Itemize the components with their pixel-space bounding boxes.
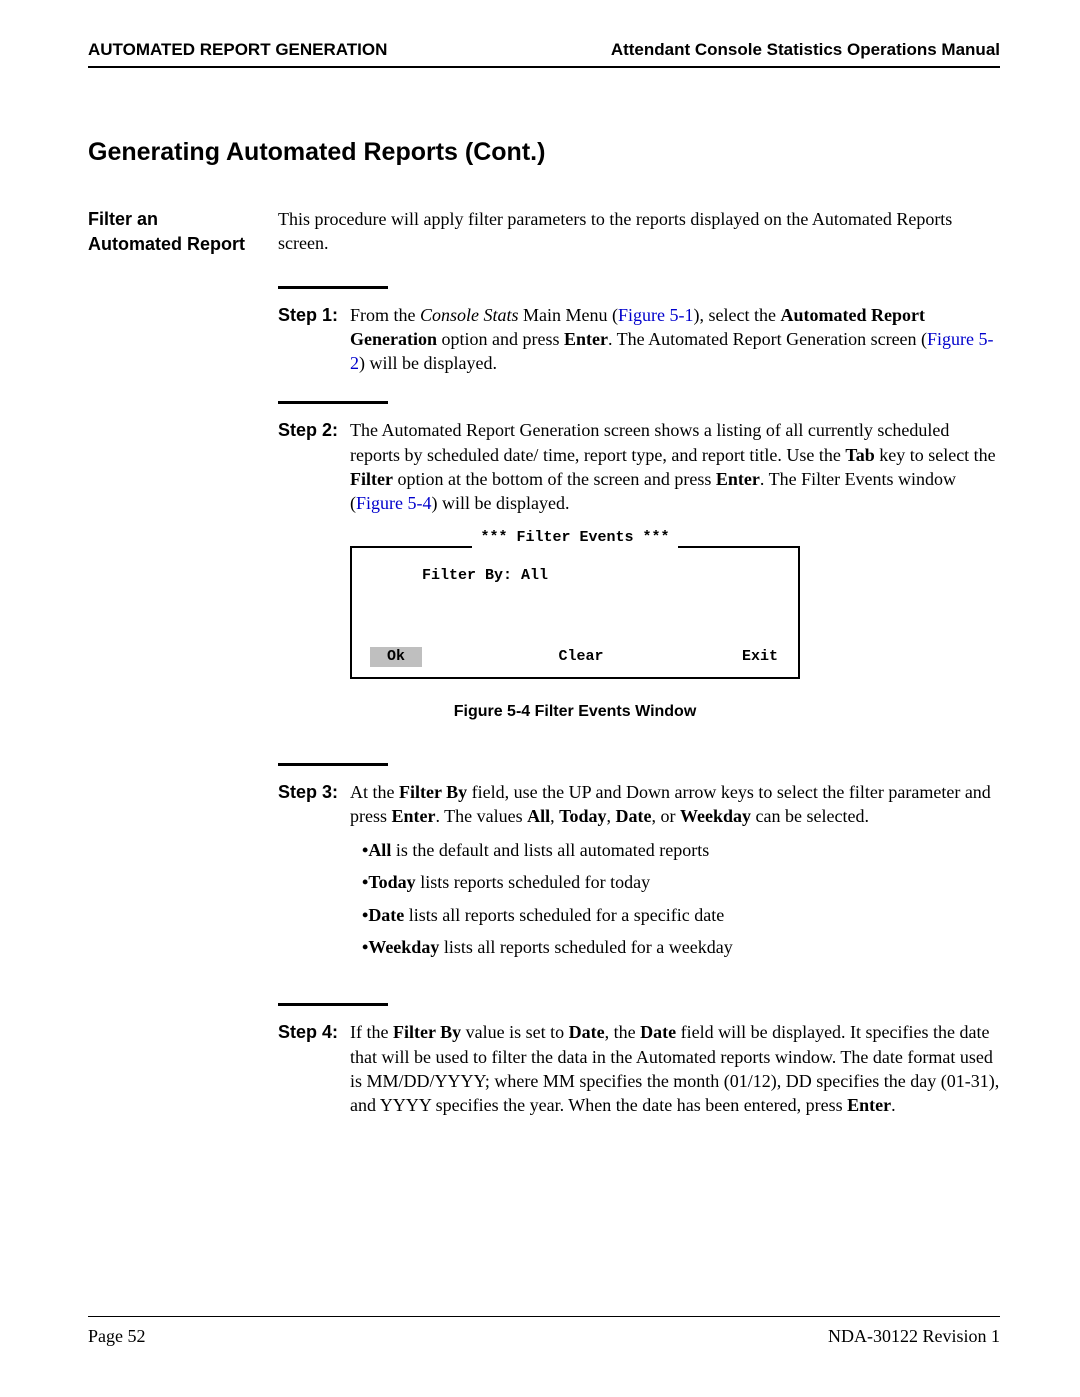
text-bold: Weekday <box>368 937 439 957</box>
text-fragment: ), select the <box>694 305 781 325</box>
text-fragment: lists all reports scheduled for a specif… <box>404 905 724 925</box>
footer-doc-id: NDA-30122 Revision 1 <box>828 1326 1000 1347</box>
step-2-label: Step 2: <box>278 418 350 515</box>
text-fragment: . <box>891 1095 896 1115</box>
text-fragment: ) will be displayed. <box>432 493 570 513</box>
step-1-label: Step 1: <box>278 303 350 376</box>
figure-window-title: *** Filter Events *** <box>472 528 677 548</box>
exit-button: Exit <box>740 647 780 667</box>
list-item: Weekday lists all reports scheduled for … <box>362 935 1000 959</box>
filter-options-list: All is the default and lists all automat… <box>350 838 1000 959</box>
section-title: Generating Automated Reports (Cont.) <box>88 138 1000 167</box>
figure-body: Filter By: All <box>352 548 798 647</box>
text-fragment: , the <box>605 1022 641 1042</box>
header-right: Attendant Console Statistics Operations … <box>611 40 1000 60</box>
step-2-body: The Automated Report Generation screen s… <box>350 418 1000 515</box>
step-3-body: At the Filter By field, use the UP and D… <box>350 780 1000 978</box>
text-fragment: lists reports scheduled for today <box>416 872 650 892</box>
text-bold: Enter <box>847 1095 891 1115</box>
text-bold: Date <box>616 806 652 826</box>
text-bold: Today <box>368 872 415 892</box>
ok-button: Ok <box>370 647 422 667</box>
footer-rule <box>88 1316 1000 1317</box>
list-item: All is the default and lists all automat… <box>362 838 1000 862</box>
side-heading-line1: Filter an <box>88 209 158 229</box>
list-item: Today lists reports scheduled for today <box>362 870 1000 894</box>
text-bold: All <box>368 840 391 860</box>
figure-5-4-link[interactable]: Figure 5-4 <box>356 493 432 513</box>
text-fragment: ) will be displayed. <box>359 353 497 373</box>
step-separator <box>278 763 388 766</box>
page-header: AUTOMATED REPORT GENERATION Attendant Co… <box>88 40 1000 68</box>
text-bold: Filter <box>350 469 393 489</box>
page-footer: Page 52 NDA-30122 Revision 1 <box>88 1326 1000 1347</box>
text-bold: Enter <box>564 329 608 349</box>
text-fragment: key to select the <box>875 445 996 465</box>
text-fragment: At the <box>350 782 399 802</box>
text-bold: Date <box>368 905 404 925</box>
figure-5-1-link[interactable]: Figure 5-1 <box>618 305 694 325</box>
step-3: Step 3: At the Filter By field, use the … <box>278 780 1000 978</box>
text-bold: Date <box>640 1022 676 1042</box>
text-fragment: , or <box>652 806 681 826</box>
text-bold: Date <box>569 1022 605 1042</box>
footer-page-number: Page 52 <box>88 1326 146 1347</box>
text-fragment: can be selected. <box>751 806 869 826</box>
figure-caption: Figure 5-4 Filter Events Window <box>350 701 800 723</box>
text-bold: Tab <box>845 445 874 465</box>
text-fragment: , <box>607 806 616 826</box>
figure-5-4: *** Filter Events *** Filter By: All Ok … <box>350 546 1000 679</box>
text-bold: Weekday <box>680 806 751 826</box>
filter-events-window: *** Filter Events *** Filter By: All Ok … <box>350 546 800 679</box>
text-fragment: Main Menu ( <box>519 305 618 325</box>
main-column: This procedure will apply filter paramet… <box>278 207 1000 1143</box>
text-fragment: option and press <box>437 329 564 349</box>
side-heading-line2: Automated Report <box>88 234 245 254</box>
step-3-label: Step 3: <box>278 780 350 978</box>
text-bold: Enter <box>392 806 436 826</box>
step-4: Step 4: If the Filter By value is set to… <box>278 1020 1000 1117</box>
text-italic: Console Stats <box>420 305 519 325</box>
step-1-body: From the Console Stats Main Menu (Figure… <box>350 303 1000 376</box>
step-1: Step 1: From the Console Stats Main Menu… <box>278 303 1000 376</box>
text-fragment: is the default and lists all automated r… <box>391 840 709 860</box>
text-bold: Filter By <box>399 782 467 802</box>
text-fragment: value is set to <box>461 1022 568 1042</box>
intro-paragraph: This procedure will apply filter paramet… <box>278 207 1000 256</box>
text-fragment: , <box>550 806 559 826</box>
step-4-body: If the Filter By value is set to Date, t… <box>350 1020 1000 1117</box>
step-2: Step 2: The Automated Report Generation … <box>278 418 1000 515</box>
text-bold: Enter <box>716 469 760 489</box>
text-fragment: . The Automated Report Generation screen… <box>608 329 927 349</box>
step-separator <box>278 401 388 404</box>
header-left: AUTOMATED REPORT GENERATION <box>88 40 387 60</box>
text-fragment: . The values <box>436 806 528 826</box>
page-container: AUTOMATED REPORT GENERATION Attendant Co… <box>0 0 1080 1397</box>
step-4-label: Step 4: <box>278 1020 350 1117</box>
text-fragment: option at the bottom of the screen and p… <box>393 469 716 489</box>
content-columns: Filter an Automated Report This procedur… <box>88 207 1000 1143</box>
list-item: Date lists all reports scheduled for a s… <box>362 903 1000 927</box>
side-heading: Filter an Automated Report <box>88 207 278 1143</box>
text-bold: All <box>527 806 550 826</box>
text-bold: Filter By <box>393 1022 461 1042</box>
text-fragment: lists all reports scheduled for a weekda… <box>439 937 732 957</box>
text-bold: Today <box>559 806 606 826</box>
step-separator <box>278 286 388 289</box>
step-separator <box>278 1003 388 1006</box>
text-fragment: From the <box>350 305 420 325</box>
text-fragment: If the <box>350 1022 393 1042</box>
figure-button-row: Ok Clear Exit <box>352 647 798 677</box>
clear-button: Clear <box>558 647 603 667</box>
